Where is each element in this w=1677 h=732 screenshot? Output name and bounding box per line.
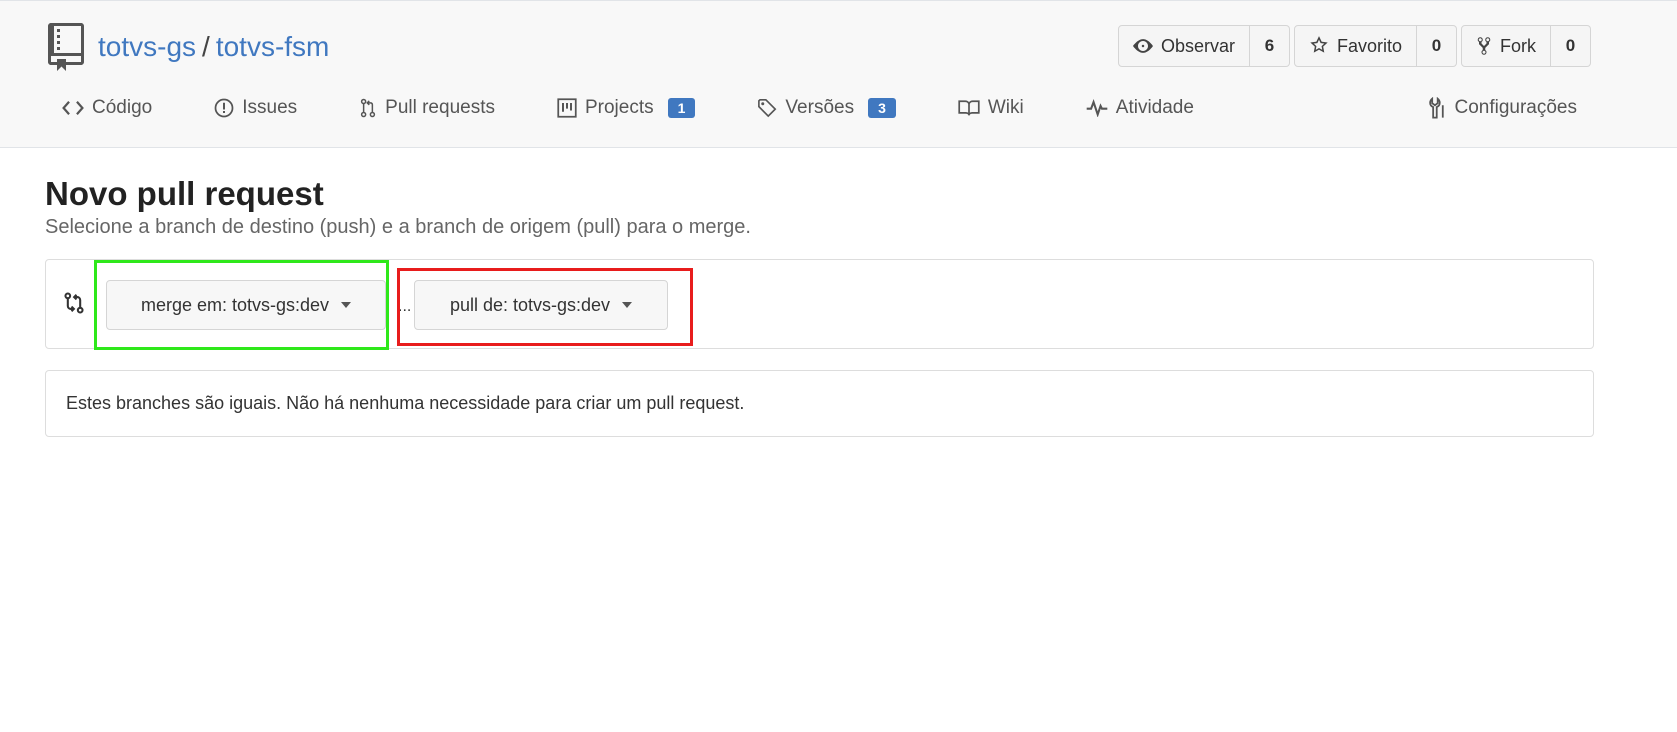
head-branch-label: pull de: totvs-gs:dev [449, 294, 611, 315]
fork-button[interactable]: Fork [1461, 25, 1551, 67]
fork-count[interactable]: 0 [1551, 25, 1591, 67]
repo-title: totvs-gs / totvs-fsm [46, 23, 329, 71]
star-group: Favorito 0 [1293, 25, 1457, 67]
pulse-icon [1086, 99, 1108, 117]
tab-wiki[interactable]: Wiki [944, 97, 1038, 119]
tab-wiki-label: Wiki [987, 97, 1024, 118]
compare-notice: Estes branches são iguais. Não há nenhum… [45, 370, 1594, 437]
tab-releases-label: Versões [785, 97, 855, 118]
repo-icon [48, 23, 84, 71]
tab-activity[interactable]: Atividade [1072, 97, 1208, 119]
tools-icon [1429, 97, 1445, 119]
page-subtitle: Selecione a branch de destino (push) e a… [45, 216, 751, 238]
star-count[interactable]: 0 [1417, 25, 1457, 67]
watch-count[interactable]: 6 [1249, 25, 1290, 67]
tab-releases[interactable]: Versões 3 [743, 97, 909, 119]
project-icon [557, 98, 577, 118]
base-branch-select[interactable]: merge em: totvs-gs:dev [106, 280, 386, 330]
repo-path-separator: / [202, 31, 210, 62]
star-label: Favorito [1336, 35, 1402, 56]
pull-request-icon [361, 98, 376, 118]
code-icon [62, 100, 84, 116]
watch-button[interactable]: Observar [1117, 25, 1250, 67]
star-button[interactable]: Favorito [1293, 25, 1417, 67]
watch-label: Observar [1160, 35, 1235, 56]
repo-name-link[interactable]: totvs-fsm [216, 31, 330, 63]
head-branch-select[interactable]: pull de: totvs-gs:dev [414, 280, 668, 330]
fork-group: Fork 0 [1461, 25, 1591, 67]
book-icon [958, 100, 980, 116]
tab-issues-label: Issues [242, 97, 298, 118]
branch-range-editor: merge em: totvs-gs:dev ... pull de: totv… [45, 259, 1594, 350]
fork-icon [1477, 37, 1491, 55]
tab-settings[interactable]: Configurações [1414, 97, 1591, 119]
releases-count-badge: 3 [868, 98, 896, 118]
tab-issues[interactable]: Issues [200, 97, 311, 119]
star-icon [1310, 36, 1328, 53]
eye-icon [1132, 39, 1153, 53]
git-compare-icon [64, 292, 84, 314]
page-title: Novo pull request [45, 175, 324, 212]
watch-group: Observar 6 [1117, 25, 1290, 67]
tab-code[interactable]: Código [48, 97, 166, 119]
issue-icon [214, 98, 234, 118]
repo-header: totvs-gs / totvs-fsm Observar 6 Favorito… [0, 0, 1677, 148]
repo-owner-link[interactable]: totvs-gs [98, 31, 196, 63]
base-branch-label: merge em: totvs-gs:dev [140, 294, 330, 315]
repo-actions: Observar 6 Favorito 0 Fork 0 [1114, 25, 1591, 67]
projects-count-badge: 1 [667, 98, 696, 118]
tab-code-label: Código [92, 97, 153, 118]
tab-projects[interactable]: Projects 1 [543, 97, 709, 119]
tab-settings-label: Configurações [1454, 97, 1577, 118]
caret-down-icon [341, 302, 352, 308]
tab-projects-label: Projects [584, 97, 654, 118]
caret-down-icon [622, 302, 633, 308]
tab-activity-label: Atividade [1115, 97, 1194, 118]
tag-icon [758, 98, 777, 118]
tab-pull-requests[interactable]: Pull requests [345, 97, 509, 119]
repo-nav: Código Issues Pull requests Projects 1 V… [48, 97, 1591, 119]
tab-pull-requests-label: Pull requests [385, 97, 495, 118]
fork-label: Fork [1500, 35, 1536, 56]
